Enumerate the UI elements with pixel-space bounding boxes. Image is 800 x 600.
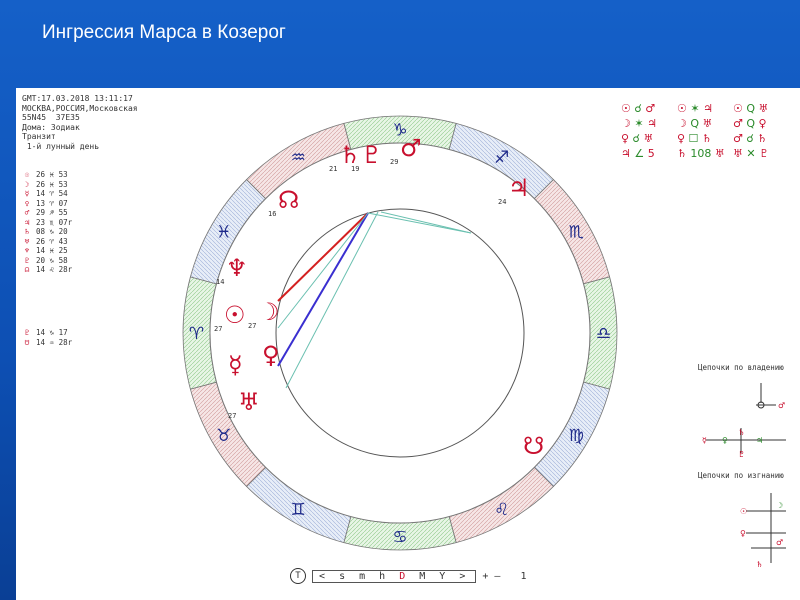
planet-glyph-on-chart[interactable]: ☊ bbox=[278, 186, 299, 214]
planet-degree-label: 19 bbox=[351, 165, 359, 173]
planet-glyph-on-chart[interactable]: ♆ bbox=[226, 254, 248, 282]
planet-glyph-on-chart[interactable]: ☿ bbox=[228, 351, 243, 379]
scale-selected[interactable]: D bbox=[399, 571, 409, 582]
planet-glyph-on-chart[interactable]: ☽ bbox=[258, 298, 280, 326]
svg-text:♂: ♂ bbox=[776, 538, 783, 547]
zodiac-sign-glyph: ♍ bbox=[569, 426, 584, 446]
step-back-button[interactable]: < bbox=[319, 571, 329, 582]
zodiac-sign-glyph: ♉ bbox=[216, 426, 231, 446]
svg-text:♀: ♀ bbox=[722, 436, 728, 445]
planet-glyph-on-chart[interactable]: ♂ bbox=[400, 134, 422, 162]
step-value: 1 bbox=[520, 570, 527, 582]
planet-degree-label: 21 bbox=[329, 165, 337, 173]
planet-glyph-on-chart[interactable]: ☋ bbox=[523, 432, 544, 460]
svg-text:♃: ♃ bbox=[756, 436, 763, 445]
chains-exile-diagram: ☉ ☽ ♀ ♂ ♄ bbox=[740, 493, 786, 569]
transit-button[interactable]: T bbox=[290, 568, 306, 584]
planet-degree-label: 16 bbox=[268, 210, 276, 218]
minus-button[interactable]: — bbox=[494, 571, 500, 582]
chains-ownership-diagram: ♂ ☿ ♀ ♄ ♃ ♇ bbox=[702, 383, 786, 459]
svg-text:☿: ☿ bbox=[702, 436, 707, 445]
time-step-selector[interactable]: < s m h D M Y > bbox=[312, 569, 477, 583]
zodiac-sign-glyph: ♓ bbox=[216, 222, 231, 242]
planet-glyph-on-chart[interactable]: ♅ bbox=[238, 388, 260, 416]
zodiac-sign-glyph: ♎ bbox=[596, 324, 611, 344]
slide-title: Ингрессия Марса в Козерог bbox=[42, 22, 286, 43]
svg-text:☽: ☽ bbox=[776, 501, 783, 510]
planet-degree-label: 24 bbox=[498, 198, 506, 206]
svg-text:♄: ♄ bbox=[756, 560, 763, 569]
planet-degree-label: 27 bbox=[248, 322, 256, 330]
planet-degree-label: 27 bbox=[214, 325, 222, 333]
step-forward-button[interactable]: > bbox=[459, 571, 469, 582]
planet-degree-label: 14 bbox=[216, 278, 224, 286]
planet-glyph-on-chart[interactable]: ☉ bbox=[224, 301, 246, 329]
planet-degree-label: 29 bbox=[390, 158, 398, 166]
zodiac-sign-glyph: ♋ bbox=[392, 528, 407, 548]
natal-chart-wheel[interactable]: ♑♐♏♎♍♌♋♊♉♈♓♒ ♄21 ♇19♃24☊16♆14☉27☽27☿ ♀♅27☋… bbox=[16, 88, 800, 600]
zodiac-sign-glyph: ♐ bbox=[494, 148, 509, 168]
zodiac-sign-glyph: ♈ bbox=[189, 324, 204, 344]
svg-text:♀: ♀ bbox=[740, 529, 746, 538]
plus-button[interactable]: + bbox=[482, 571, 488, 582]
zodiac-sign-glyph: ♒ bbox=[291, 148, 306, 168]
time-toolbar: T < s m h D M Y > + — 1 bbox=[290, 568, 526, 584]
svg-text:♇: ♇ bbox=[738, 450, 745, 459]
zodiac-sign-glyph: ♌ bbox=[494, 500, 509, 520]
inner-circle bbox=[275, 208, 525, 458]
scale-small[interactable]: s m h bbox=[339, 571, 389, 582]
svg-text:☉: ☉ bbox=[740, 507, 747, 516]
zodiac-sign-glyph: ♏ bbox=[569, 222, 584, 242]
svg-text:♄: ♄ bbox=[738, 428, 745, 437]
svg-text:♂: ♂ bbox=[778, 401, 785, 410]
planet-glyph-on-chart[interactable]: ♃ bbox=[508, 174, 530, 202]
planet-glyph-on-chart[interactable]: ♇ bbox=[361, 141, 383, 169]
chart-canvas: GMT:17.03.2018 13:11:17 МОСКВА,РОССИЯ,Мос… bbox=[16, 88, 800, 600]
zodiac-sign-glyph: ♊ bbox=[291, 500, 306, 520]
chains-ownership-label: Цепочки по владению bbox=[698, 363, 784, 372]
planet-degree-label: 27 bbox=[228, 412, 236, 420]
scale-large[interactable]: M Y bbox=[419, 571, 449, 582]
planet-glyph-on-chart[interactable]: ♀ bbox=[262, 341, 280, 369]
